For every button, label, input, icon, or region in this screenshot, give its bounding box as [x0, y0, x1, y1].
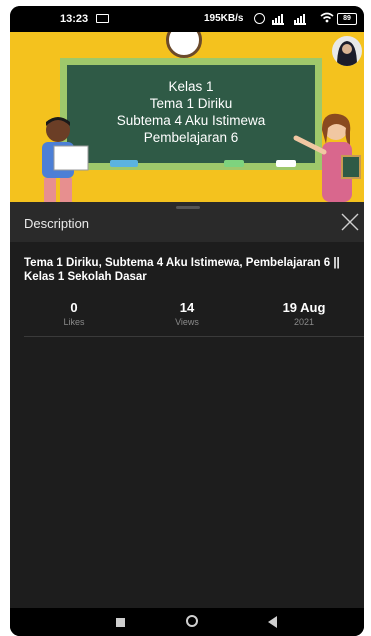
signal-icon: [294, 14, 306, 25]
views-count: 14: [179, 300, 195, 315]
description-header: Description: [10, 202, 364, 242]
nav-recents-icon[interactable]: [116, 618, 125, 627]
views-stat: 14 Views: [147, 300, 227, 327]
video-title: Tema 1 Diriku, Subtema 4 Aku Istimewa, P…: [24, 257, 340, 283]
chalk-illustration: [224, 160, 244, 167]
drag-handle[interactable]: [176, 206, 200, 209]
likes-label: Likes: [63, 317, 85, 327]
upload-date: 19 Aug: [282, 300, 326, 315]
upload-year: 2021: [293, 317, 315, 327]
network-speed: 195KB/s: [204, 13, 244, 24]
video-player[interactable]: Kelas 1 Tema 1 Diriku Subtema 4 Aku Isti…: [10, 32, 364, 202]
description-panel: Description Tema 1 Diriku, Subtema 4 Aku…: [10, 202, 364, 636]
chalk-illustration: [110, 160, 138, 167]
phone-screen: 13:23 195KB/s 89 Kelas 1 Tema 1 Diriku S…: [10, 6, 364, 636]
description-title: Description: [24, 216, 90, 231]
views-label: Views: [175, 317, 199, 327]
presenter-avatar: [332, 36, 362, 66]
close-button[interactable]: [336, 208, 364, 236]
nav-back-icon[interactable]: [268, 616, 277, 628]
likes-count: 0: [70, 300, 78, 315]
screen-cast-icon: [96, 14, 109, 23]
likes-stat: 0 Likes: [34, 300, 114, 327]
board-line: Tema 1 Diriku: [149, 96, 233, 111]
navigation-bar: [10, 608, 364, 636]
divider: [24, 336, 364, 337]
female-teacher-illustration: [293, 113, 361, 202]
date-stat: 19 Aug 2021: [264, 300, 344, 327]
nav-home-icon[interactable]: [186, 615, 198, 627]
status-bar: 13:23 195KB/s 89: [10, 6, 364, 32]
close-icon: [341, 213, 359, 231]
wall-clock-illustration: [166, 32, 202, 58]
wifi-icon: [320, 12, 334, 26]
signal-icon: [272, 14, 284, 25]
male-teacher-illustration: [42, 117, 89, 202]
status-time: 13:23: [60, 13, 89, 25]
board-line: Kelas 1: [168, 79, 214, 94]
alarm-icon: [254, 13, 265, 24]
battery-icon: 89: [337, 13, 357, 25]
